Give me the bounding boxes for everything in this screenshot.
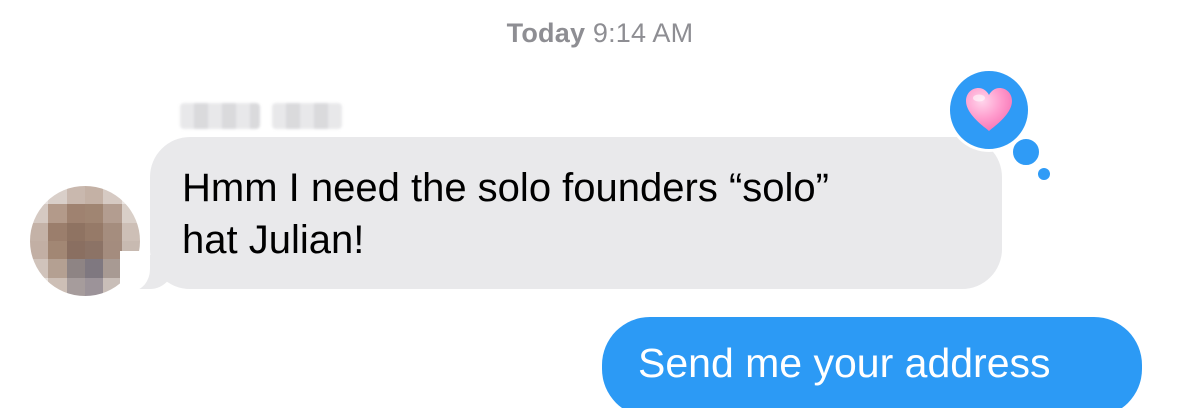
pink-heart-icon (966, 88, 1012, 131)
received-message-bubble[interactable]: Hmm I need the solo founders “solo” hat … (120, 137, 1002, 291)
timestamp-time: 9:14 AM (592, 18, 694, 48)
timestamp-day: Today (506, 18, 586, 48)
tapback-tail-dot-small (1038, 168, 1050, 180)
message-thread: Today 9:14 AM Hmm I need the solo founde… (0, 0, 1200, 408)
sent-message-text: Send me your address (638, 340, 1051, 386)
received-message-text: Hmm I need the solo founders “solo” hat … (182, 166, 829, 262)
tapback-reaction[interactable] (947, 68, 1031, 152)
sent-message-bubble[interactable]: Send me your address (602, 317, 1142, 408)
sender-name-redacted (180, 98, 350, 134)
conversation-timestamp: Today 9:14 AM (0, 18, 1200, 49)
